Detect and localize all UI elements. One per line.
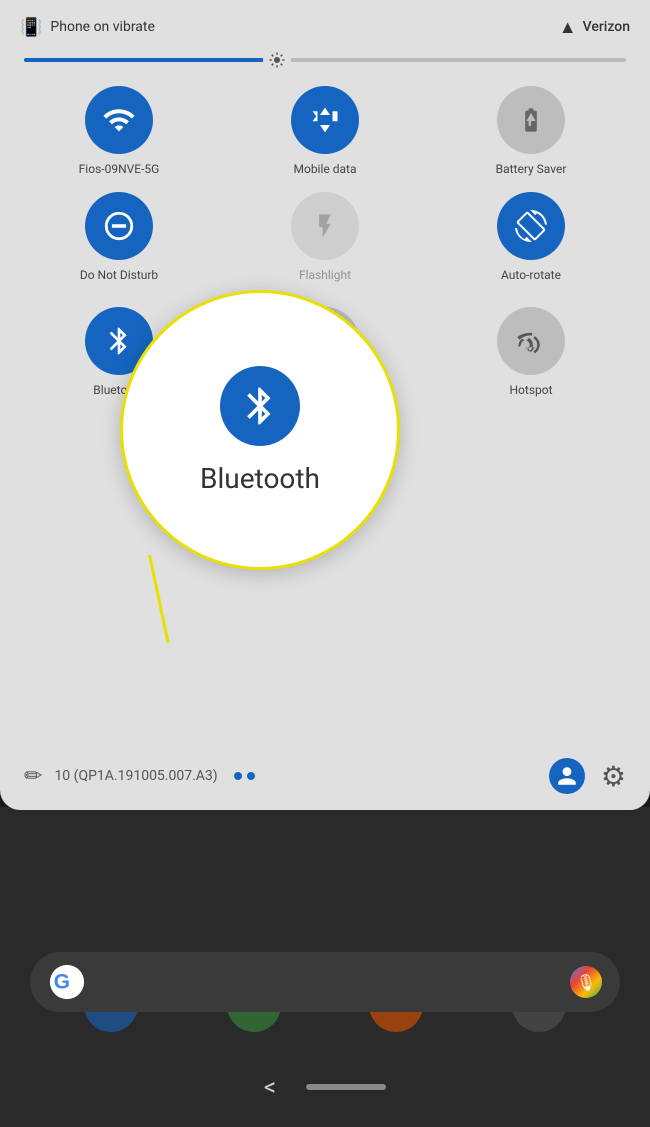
tile-wifi[interactable]: Fios-09NVE-5G bbox=[24, 86, 214, 176]
vibrate-icon: 📳 bbox=[20, 17, 42, 38]
nav-bar: < bbox=[0, 1047, 650, 1127]
tile-auto-rotate[interactable]: Auto-rotate bbox=[436, 192, 626, 282]
tiles-row-2: Do Not Disturb Flashlight Auto-rotate bbox=[0, 184, 650, 290]
tile-mobile-data[interactable]: Mobile data bbox=[230, 86, 420, 176]
tile-battery-saver-circle[interactable] bbox=[497, 86, 565, 154]
tile-auto-rotate-circle[interactable] bbox=[497, 192, 565, 260]
back-button[interactable]: < bbox=[264, 1073, 276, 1101]
brightness-slider[interactable] bbox=[24, 58, 626, 62]
status-right: ▲ Verizon bbox=[559, 17, 630, 38]
home-pill[interactable] bbox=[306, 1084, 386, 1090]
bluetooth-icon bbox=[103, 325, 135, 357]
settings-icon[interactable]: ⚙ bbox=[601, 760, 626, 793]
tile-hotspot-label: Hotspot bbox=[509, 383, 552, 397]
tile-flashlight-circle[interactable] bbox=[291, 192, 359, 260]
carrier-text: Verizon bbox=[583, 19, 630, 35]
tile-flashlight-label: Flashlight bbox=[299, 268, 351, 282]
tile-dnd-label: Do Not Disturb bbox=[80, 268, 158, 282]
tile-battery-saver[interactable]: Battery Saver bbox=[436, 86, 626, 176]
brightness-fill bbox=[24, 58, 277, 62]
tile-hotspot-circle[interactable] bbox=[497, 307, 565, 375]
tiles-row-1: Fios-09NVE-5G Mobile data Battery Saver bbox=[0, 78, 650, 184]
search-bar[interactable]: G 🎙 bbox=[30, 952, 620, 1012]
qs-bottom-bar: ✏ 10 (QP1A.191005.007.A3) ⚙ bbox=[0, 742, 650, 810]
tile-wifi-label: Fios-09NVE-5G bbox=[79, 162, 160, 176]
tile-dnd-circle[interactable] bbox=[85, 192, 153, 260]
user-icon[interactable] bbox=[549, 758, 585, 794]
tile-mobile-data-label: Mobile data bbox=[294, 162, 357, 176]
qs-bottom-right: ⚙ bbox=[549, 758, 626, 794]
google-logo: G bbox=[48, 963, 86, 1001]
brightness-row bbox=[0, 50, 650, 78]
home-screen: G 🎙 < bbox=[0, 807, 650, 1127]
google-mic-icon[interactable]: 🎙 bbox=[570, 966, 602, 998]
qs-bottom-left: ✏ 10 (QP1A.191005.007.A3) bbox=[24, 764, 255, 789]
tooltip-label: Bluetooth bbox=[200, 462, 320, 495]
qs-dot-1 bbox=[234, 772, 242, 780]
status-bar: 📳 Phone on vibrate ▲ Verizon bbox=[0, 0, 650, 50]
build-text: 10 (QP1A.191005.007.A3) bbox=[54, 768, 217, 784]
status-left: 📳 Phone on vibrate bbox=[20, 17, 155, 38]
edit-icon[interactable]: ✏ bbox=[24, 764, 42, 789]
tile-dnd[interactable]: Do Not Disturb bbox=[24, 192, 214, 282]
qs-page-dots bbox=[234, 772, 255, 780]
svg-text:G: G bbox=[54, 971, 70, 994]
bluetooth-tooltip: Bluetooth bbox=[120, 290, 400, 570]
tile-flashlight[interactable]: Flashlight bbox=[230, 192, 420, 282]
tooltip-bluetooth-icon bbox=[238, 384, 282, 428]
tile-mobile-data-circle[interactable] bbox=[291, 86, 359, 154]
tooltip-bluetooth-circle[interactable] bbox=[220, 366, 300, 446]
signal-icon: ▲ bbox=[559, 17, 577, 38]
brightness-thumb[interactable] bbox=[263, 46, 291, 74]
tile-wifi-circle[interactable] bbox=[85, 86, 153, 154]
tile-auto-rotate-label: Auto-rotate bbox=[501, 268, 561, 282]
phone-status-text: Phone on vibrate bbox=[50, 19, 154, 35]
tile-battery-saver-label: Battery Saver bbox=[496, 162, 567, 176]
qs-dot-2 bbox=[247, 772, 255, 780]
tile-hotspot[interactable]: Hotspot bbox=[436, 307, 626, 397]
